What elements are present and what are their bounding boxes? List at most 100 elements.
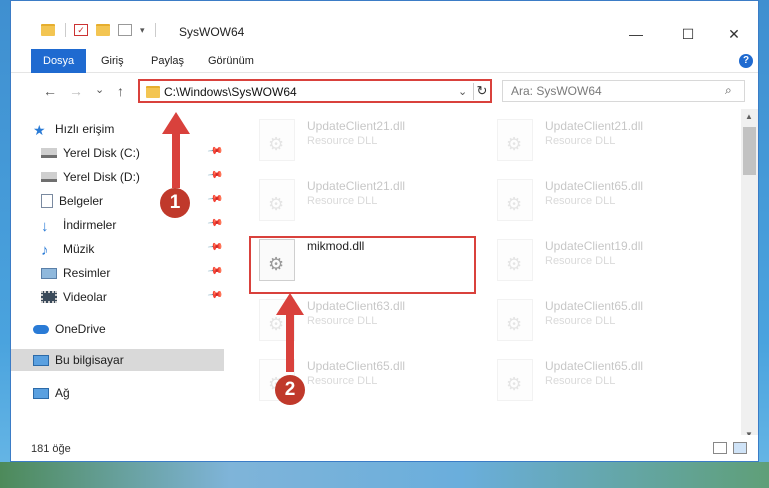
cloud-icon bbox=[33, 324, 49, 334]
sidebar-item-belgeler[interactable]: Belgeler 📌 bbox=[11, 190, 224, 212]
separator bbox=[154, 23, 156, 37]
folder-icon bbox=[146, 86, 160, 98]
minimize-button[interactable]: — bbox=[613, 23, 659, 45]
scroll-up-icon[interactable]: ▲ bbox=[745, 112, 753, 121]
desktop-background-bottom bbox=[0, 462, 769, 488]
sidebar-item-videolar[interactable]: Videolar 📌 bbox=[11, 286, 224, 308]
gear-icon: ⚙ bbox=[506, 374, 523, 394]
sidebar-item-onedrive[interactable]: OneDrive bbox=[11, 318, 224, 340]
tab-gorunum[interactable]: Görünüm bbox=[208, 49, 254, 73]
file-item[interactable]: ⚙ UpdateClient65.dll Resource DLL bbox=[475, 173, 703, 229]
computer-icon bbox=[33, 354, 49, 366]
tab-dosya[interactable]: Dosya bbox=[31, 49, 87, 73]
download-icon: ↓ bbox=[41, 218, 49, 235]
step-badge-1: 1 bbox=[160, 188, 190, 218]
highlight-box-mikmod bbox=[249, 236, 476, 294]
refresh-button[interactable]: ↻ bbox=[473, 83, 490, 100]
dll-file-icon: ⚙ bbox=[497, 359, 533, 401]
status-bar: 181 öğe bbox=[11, 435, 758, 461]
forward-button[interactable]: → bbox=[69, 83, 83, 99]
music-icon: ♪ bbox=[41, 242, 49, 259]
properties-icon[interactable]: ✓ bbox=[74, 24, 88, 36]
details-view-icon[interactable] bbox=[713, 442, 727, 454]
navigation-bar: ← → ⌄ ↑ C:\Windows\SysWOW64 ⌄ ↻ Ara: Sys… bbox=[11, 74, 758, 108]
view-options-icon[interactable] bbox=[118, 24, 132, 36]
title-bar: ✓ ▾ SysWOW64 — ☐ ✕ bbox=[11, 1, 758, 47]
gear-icon: ⚙ bbox=[506, 314, 523, 334]
up-button[interactable]: ↑ bbox=[117, 83, 124, 99]
gear-icon: ⚙ bbox=[506, 254, 523, 274]
file-item[interactable]: ⚙ UpdateClient65.dll Resource DLL bbox=[475, 353, 703, 409]
folder-icon bbox=[41, 24, 55, 36]
annotation-arrow-head bbox=[162, 112, 190, 134]
ribbon-tabs: Dosya Giriş Paylaş Görünüm ? bbox=[11, 49, 758, 73]
dll-file-icon: ⚙ bbox=[259, 119, 295, 161]
drive-icon bbox=[41, 148, 57, 158]
sidebar-item-quick-access[interactable]: ★ Hızlı erişim bbox=[11, 118, 224, 140]
pin-icon: 📌 bbox=[206, 287, 224, 304]
new-folder-icon[interactable] bbox=[96, 24, 110, 36]
vertical-scrollbar[interactable]: ▲ ▼ bbox=[741, 109, 758, 443]
window-title: SysWOW64 bbox=[179, 25, 245, 39]
pin-icon: 📌 bbox=[206, 215, 224, 232]
sidebar-item-resimler[interactable]: Resimler 📌 bbox=[11, 262, 224, 284]
tab-paylas[interactable]: Paylaş bbox=[151, 49, 184, 73]
file-item[interactable]: ⚙ UpdateClient19.dll Resource DLL bbox=[475, 233, 703, 289]
help-icon[interactable]: ? bbox=[739, 54, 753, 68]
scrollbar-thumb[interactable] bbox=[743, 127, 756, 175]
file-item[interactable]: ⚙ UpdateClient21.dll Resource DLL bbox=[237, 113, 465, 169]
dll-file-icon: ⚙ bbox=[497, 179, 533, 221]
gear-icon: ⚙ bbox=[268, 194, 285, 214]
sidebar-item-this-pc[interactable]: Bu bilgisayar bbox=[11, 349, 224, 371]
dll-file-icon: ⚙ bbox=[497, 239, 533, 281]
videos-icon bbox=[41, 291, 57, 303]
dll-file-icon: ⚙ bbox=[259, 179, 295, 221]
sidebar-item-muzik[interactable]: ♪ Müzik 📌 bbox=[11, 238, 224, 260]
file-item[interactable]: ⚙ UpdateClient65.dll Resource DLL bbox=[475, 293, 703, 349]
gear-icon: ⚙ bbox=[506, 194, 523, 214]
sidebar-item-drive-c[interactable]: Yerel Disk (C:) 📌 bbox=[11, 142, 224, 164]
address-bar[interactable]: C:\Windows\SysWOW64 ⌄ ↻ bbox=[138, 79, 492, 103]
star-icon: ★ bbox=[33, 122, 46, 138]
close-button[interactable]: ✕ bbox=[711, 23, 757, 45]
gear-icon: ⚙ bbox=[268, 134, 285, 154]
step-badge-2: 2 bbox=[275, 375, 305, 405]
back-button[interactable]: ← bbox=[43, 83, 57, 99]
search-box[interactable]: Ara: SysWOW64 ⌕ bbox=[502, 80, 745, 102]
sidebar-item-drive-d[interactable]: Yerel Disk (D:) 📌 bbox=[11, 166, 224, 188]
navigation-pane: ★ Hızlı erişim Yerel Disk (C:) 📌 Yerel D… bbox=[11, 109, 224, 435]
item-count: 181 öğe bbox=[31, 443, 71, 455]
pin-icon: 📌 bbox=[206, 239, 224, 256]
tab-giris[interactable]: Giriş bbox=[101, 49, 124, 73]
network-icon bbox=[33, 387, 49, 399]
recent-locations-button[interactable]: ⌄ bbox=[95, 83, 104, 96]
sidebar-item-indirmeler[interactable]: ↓ İndirmeler 📌 bbox=[11, 214, 224, 236]
dll-file-icon: ⚙ bbox=[497, 299, 533, 341]
large-icons-view-icon[interactable] bbox=[733, 442, 747, 454]
pictures-icon bbox=[41, 267, 57, 279]
file-item[interactable]: ⚙ UpdateClient65.dll Resource DLL bbox=[237, 353, 465, 409]
pin-icon: 📌 bbox=[206, 167, 224, 184]
pin-icon: 📌 bbox=[206, 263, 224, 280]
address-dropdown-icon[interactable]: ⌄ bbox=[458, 85, 467, 98]
customize-toolbar-icon[interactable]: ▾ bbox=[140, 25, 145, 36]
dll-file-icon: ⚙ bbox=[497, 119, 533, 161]
pin-icon: 📌 bbox=[206, 143, 224, 160]
search-placeholder: Ara: SysWOW64 bbox=[511, 84, 602, 98]
search-icon[interactable]: ⌕ bbox=[725, 83, 732, 98]
desktop-background-right bbox=[759, 0, 769, 488]
maximize-button[interactable]: ☐ bbox=[665, 23, 711, 45]
gear-icon: ⚙ bbox=[506, 134, 523, 154]
address-path[interactable]: C:\Windows\SysWOW64 bbox=[164, 85, 297, 99]
file-item[interactable]: ⚙ UpdateClient21.dll Resource DLL bbox=[475, 113, 703, 169]
desktop-background-left bbox=[0, 0, 10, 488]
sidebar-item-network[interactable]: Ağ bbox=[11, 382, 224, 404]
annotation-arrow-head bbox=[276, 293, 304, 315]
drive-icon bbox=[41, 172, 57, 182]
explorer-window: ✓ ▾ SysWOW64 — ☐ ✕ Dosya Giriş Paylaş Gö… bbox=[10, 0, 759, 462]
quick-access-toolbar: ✓ ▾ bbox=[41, 23, 164, 37]
file-item[interactable]: ⚙ UpdateClient63.dll Resource DLL bbox=[237, 293, 465, 349]
file-item[interactable]: ⚙ UpdateClient21.dll Resource DLL bbox=[237, 173, 465, 229]
documents-icon bbox=[41, 194, 53, 208]
separator bbox=[65, 23, 66, 37]
